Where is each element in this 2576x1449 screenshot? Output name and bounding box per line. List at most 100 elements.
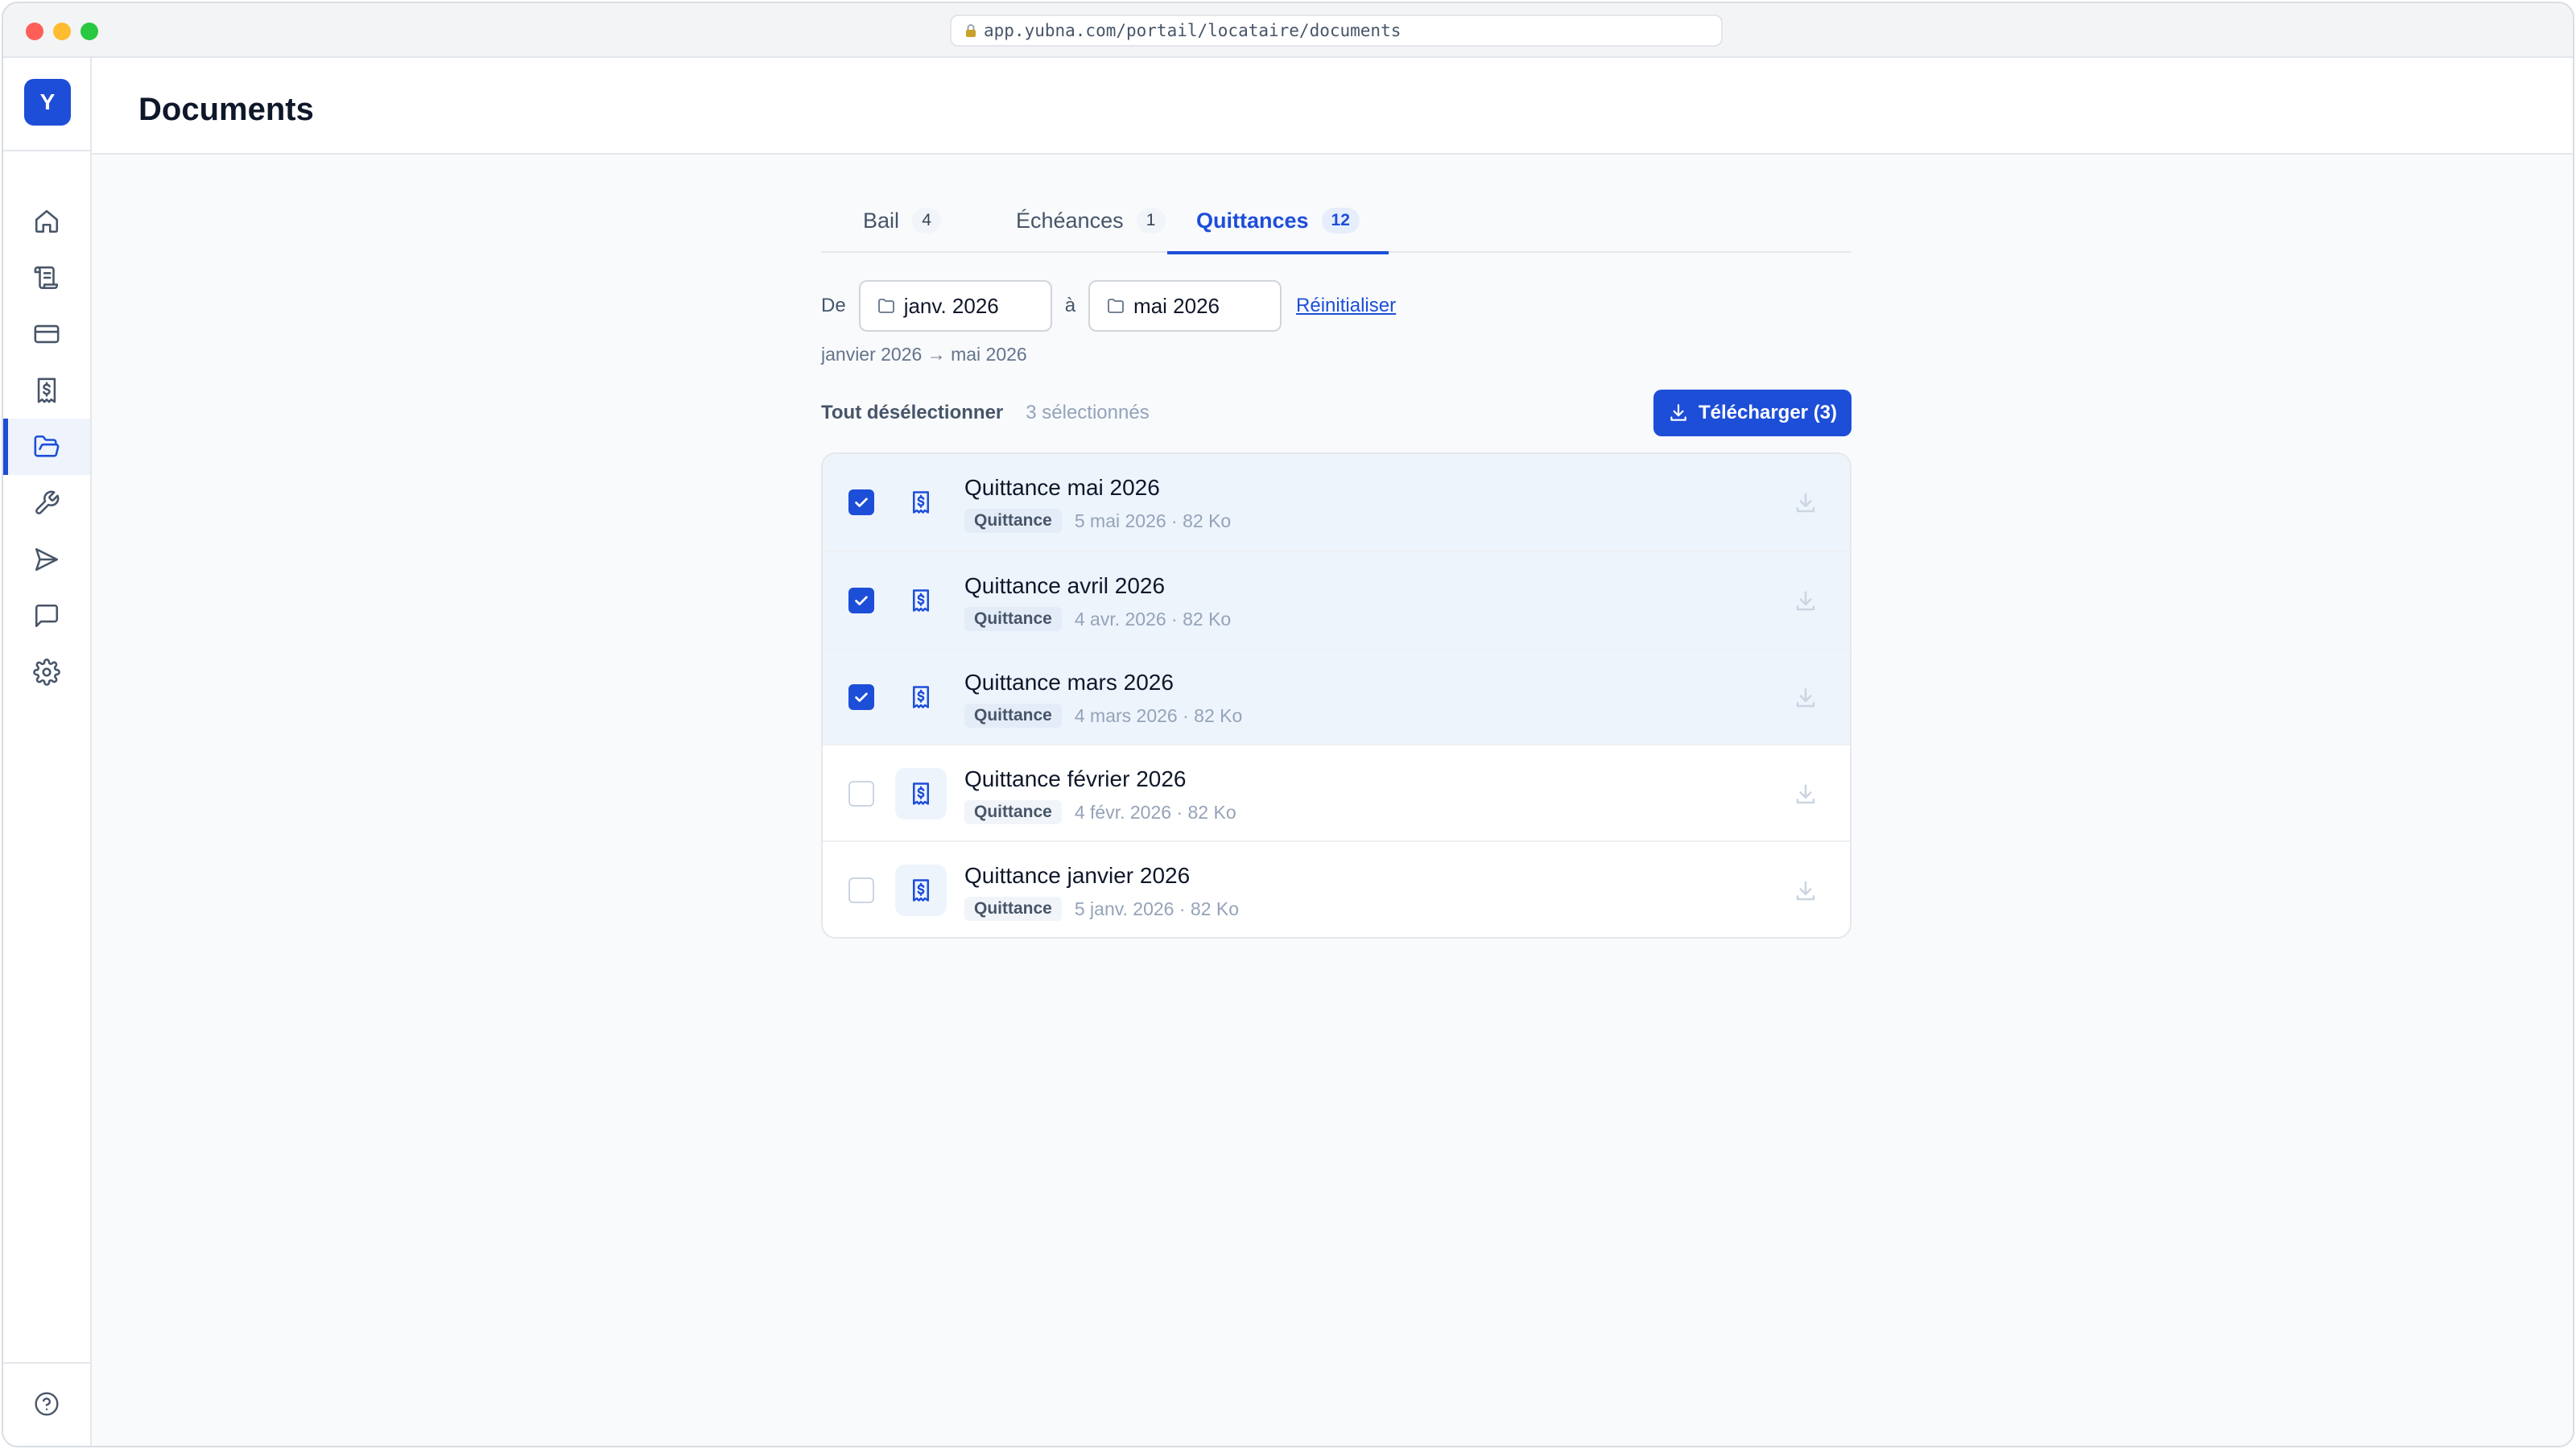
sidebar-item-settings[interactable] bbox=[3, 644, 90, 700]
sidebar: Y bbox=[3, 58, 92, 1446]
document-tag: Quittance bbox=[964, 704, 1062, 728]
document-name[interactable]: Quittance avril 2026 bbox=[964, 573, 1165, 599]
download-document-button[interactable] bbox=[1792, 588, 1819, 615]
check-icon bbox=[855, 692, 868, 702]
sidebar-divider bbox=[3, 150, 90, 151]
tab-quittances[interactable]: Quittances 12 bbox=[1167, 188, 1389, 254]
sidebar-item-documents[interactable] bbox=[3, 419, 90, 475]
help-button[interactable] bbox=[3, 1380, 90, 1428]
tab-label: Quittances bbox=[1196, 208, 1309, 233]
document-row[interactable]: Quittance mai 2026 Quittance 5 mai 2026 · … bbox=[823, 454, 1850, 551]
folder-icon bbox=[877, 299, 894, 313]
selected-count: 3 sélectionnés bbox=[1026, 402, 1150, 423]
from-label: De bbox=[821, 295, 846, 316]
document-name[interactable]: Quittance mai 2026 bbox=[964, 475, 1160, 501]
url-text: app.yubna.com/portail/locataire/document… bbox=[984, 21, 1402, 40]
credit-card-icon bbox=[34, 324, 60, 344]
help-circle-icon bbox=[35, 1392, 59, 1416]
minimize-window-button[interactable] bbox=[53, 23, 71, 40]
address-bar[interactable]: app.yubna.com/portail/locataire/document… bbox=[950, 14, 1723, 47]
download-document-button[interactable] bbox=[1792, 781, 1819, 808]
tab-count-badge: 1 bbox=[1136, 208, 1166, 233]
send-icon bbox=[35, 547, 59, 572]
sidebar-item-home[interactable] bbox=[3, 193, 90, 250]
document-type-icon bbox=[895, 575, 947, 626]
row-checkbox[interactable] bbox=[848, 588, 874, 613]
receipt-icon bbox=[913, 879, 929, 902]
row-checkbox[interactable] bbox=[848, 877, 874, 903]
document-meta: Quittance 5 mai 2026 · 82 Ko bbox=[964, 509, 1231, 533]
download-icon bbox=[1796, 881, 1815, 901]
sidebar-item-lease[interactable] bbox=[3, 250, 90, 306]
to-month-input[interactable]: mai 2026 bbox=[1088, 280, 1282, 332]
document-row[interactable]: Quittance avril 2026 Quittance 4 avr. 2026… bbox=[823, 551, 1850, 647]
wrench-icon bbox=[35, 490, 60, 514]
browser-window: app.yubna.com/portail/locataire/document… bbox=[2, 2, 2574, 1447]
date-range-filter: De janv. 2026 à mai 2026 Réinitialiser bbox=[821, 280, 1852, 332]
maximize-window-button[interactable] bbox=[80, 23, 98, 40]
download-icon bbox=[1796, 687, 1815, 708]
sidebar-item-receipts[interactable] bbox=[3, 362, 90, 419]
home-icon bbox=[35, 209, 59, 233]
scroll-icon bbox=[34, 266, 59, 290]
sidebar-item-send[interactable] bbox=[3, 531, 90, 588]
sidebar-item-messages[interactable] bbox=[3, 588, 90, 644]
download-icon bbox=[1796, 784, 1815, 804]
document-tag: Quittance bbox=[964, 509, 1062, 533]
gear-icon bbox=[33, 658, 60, 686]
receipt-icon bbox=[913, 491, 929, 514]
folder-icon bbox=[1108, 299, 1124, 313]
document-date-size: 4 avr. 2026 · 82 Ko bbox=[1074, 608, 1232, 630]
receipt-icon bbox=[913, 782, 929, 805]
document-tag: Quittance bbox=[964, 800, 1062, 824]
document-date-size: 5 mai 2026 · 82 Ko bbox=[1074, 510, 1232, 531]
document-tabs: Bail 4 Échéances 1 Quittances 12 bbox=[821, 188, 1852, 254]
document-name[interactable]: Quittance mars 2026 bbox=[964, 670, 1174, 696]
document-type-icon bbox=[895, 865, 947, 916]
reset-link[interactable]: Réinitialiser bbox=[1296, 295, 1396, 317]
sidebar-item-payments[interactable] bbox=[3, 306, 90, 362]
receipt-icon bbox=[913, 589, 929, 612]
tab-label: Échéances bbox=[1016, 208, 1124, 233]
document-type-icon bbox=[895, 768, 947, 819]
download-document-button[interactable] bbox=[1792, 684, 1819, 712]
download-document-button[interactable] bbox=[1792, 877, 1819, 905]
from-month-value: janv. 2026 bbox=[903, 293, 999, 318]
download-document-button[interactable] bbox=[1792, 489, 1819, 517]
close-window-button[interactable] bbox=[26, 23, 43, 40]
document-row[interactable]: Quittance janvier 2026 Quittance 5 janv. 2… bbox=[823, 840, 1850, 937]
range-summary: janvier 2026 → mai 2026 bbox=[821, 344, 1027, 365]
document-list: Quittance mai 2026 Quittance 5 mai 2026 · … bbox=[821, 452, 1852, 939]
tab-bail[interactable]: Bail 4 bbox=[834, 188, 970, 253]
document-row[interactable]: Quittance février 2026 Quittance 4 févr. 2… bbox=[823, 744, 1850, 840]
page-title: Documents bbox=[138, 92, 314, 127]
document-name[interactable]: Quittance janvier 2026 bbox=[964, 863, 1190, 889]
download-selected-label: Télécharger (3) bbox=[1698, 402, 1838, 423]
sidebar-item-maintenance[interactable] bbox=[3, 475, 90, 531]
document-meta: Quittance 4 mars 2026 · 82 Ko bbox=[964, 704, 1242, 728]
download-icon bbox=[1796, 493, 1815, 513]
sidebar-bottom-divider bbox=[3, 1362, 90, 1364]
page-header: Documents bbox=[92, 58, 2573, 155]
document-type-icon bbox=[895, 671, 947, 723]
receipt-icon bbox=[37, 378, 56, 403]
app-logo[interactable]: Y bbox=[24, 79, 71, 126]
title-bar: app.yubna.com/portail/locataire/document… bbox=[3, 3, 2573, 58]
document-date-size: 4 févr. 2026 · 82 Ko bbox=[1074, 801, 1236, 823]
document-date-size: 4 mars 2026 · 82 Ko bbox=[1074, 704, 1243, 726]
selection-toolbar: Tout désélectionner 3 sélectionnés Téléc… bbox=[821, 390, 1852, 436]
document-name[interactable]: Quittance février 2026 bbox=[964, 766, 1187, 792]
folder-open-icon bbox=[34, 435, 60, 457]
document-meta: Quittance 4 févr. 2026 · 82 Ko bbox=[964, 800, 1236, 824]
download-icon bbox=[1796, 591, 1815, 611]
document-row[interactable]: Quittance mars 2026 Quittance 4 mars 2026 … bbox=[823, 647, 1850, 744]
tab-echeances[interactable]: Échéances 1 bbox=[987, 188, 1195, 253]
row-checkbox[interactable] bbox=[848, 684, 874, 710]
deselect-all-button[interactable]: Tout désélectionner bbox=[821, 402, 1003, 424]
from-month-input[interactable]: janv. 2026 bbox=[858, 280, 1052, 332]
check-icon bbox=[855, 596, 868, 605]
download-selected-button[interactable]: Télécharger (3) bbox=[1653, 390, 1852, 436]
row-checkbox[interactable] bbox=[848, 489, 874, 515]
document-tag: Quittance bbox=[964, 897, 1062, 921]
row-checkbox[interactable] bbox=[848, 781, 874, 807]
